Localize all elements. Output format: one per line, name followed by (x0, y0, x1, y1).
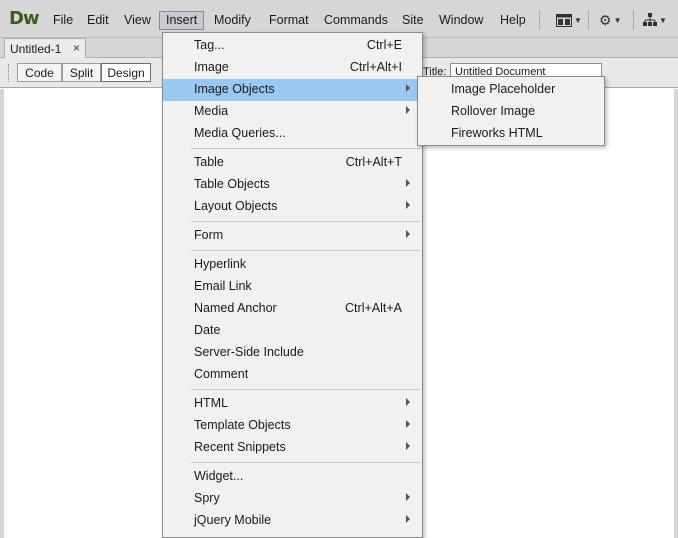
toolbar-separator (539, 10, 540, 30)
menu-item-layout-objects[interactable]: Layout Objects (163, 196, 422, 218)
menu-item-label: Template Objects (194, 418, 291, 432)
chevron-right-icon (406, 201, 410, 209)
menu-item-comment[interactable]: Comment (163, 364, 422, 386)
image-objects-submenu: Image Placeholder Rollover Image Firewor… (417, 76, 605, 146)
gear-icon: ⚙ (599, 11, 612, 28)
submenu-item-rollover-image[interactable]: Rollover Image (451, 104, 535, 118)
menu-item-label: Tag... (194, 38, 225, 52)
menu-separator (191, 462, 420, 463)
menu-item-label: Form (194, 228, 224, 242)
submenu-item-fireworks-html[interactable]: Fireworks HTML (451, 126, 543, 140)
menu-item-image[interactable]: Image Ctrl+Alt+I (163, 57, 422, 79)
menu-item-server-side-include[interactable]: Server-Side Include (163, 342, 422, 364)
design-view-button[interactable]: Design (101, 63, 151, 82)
menu-help[interactable]: Help (500, 12, 526, 28)
menu-item-label: Email Link (194, 279, 252, 293)
menu-item-image-objects[interactable]: Image Objects (163, 79, 422, 101)
code-view-button[interactable]: Code (17, 63, 62, 82)
menu-item-template-objects[interactable]: Template Objects (163, 415, 422, 437)
chevron-right-icon (406, 515, 410, 523)
menu-edit[interactable]: Edit (87, 12, 109, 28)
chevron-right-icon (406, 106, 410, 114)
site-button[interactable]: ▼ (643, 9, 667, 31)
split-view-button[interactable]: Split (62, 63, 101, 82)
menu-item-label: Image Objects (194, 82, 275, 96)
menu-item-label: Named Anchor (194, 301, 277, 315)
layout-icon (556, 13, 572, 27)
menu-file[interactable]: File (53, 12, 73, 28)
menu-item-label: Recent Snippets (194, 440, 286, 454)
menu-modify[interactable]: Modify (214, 12, 251, 28)
chevron-right-icon (406, 230, 410, 238)
menu-item-table[interactable]: Table Ctrl+Alt+T (163, 152, 422, 174)
menu-item-label: Widget... (194, 469, 244, 483)
menu-item-widget[interactable]: Widget... (163, 466, 422, 488)
menu-item-shortcut: Ctrl+Alt+A (345, 301, 402, 315)
menu-item-email-link[interactable]: Email Link (163, 276, 422, 298)
menu-window[interactable]: Window (439, 12, 483, 28)
close-icon[interactable]: × (73, 41, 80, 55)
menu-item-date[interactable]: Date (163, 320, 422, 342)
menu-item-media[interactable]: Media (163, 101, 422, 123)
submenu-item-image-placeholder[interactable]: Image Placeholder (451, 82, 555, 96)
toolbar-separator (588, 10, 589, 30)
menu-item-shortcut: Ctrl+E (366, 38, 402, 52)
menu-item-label: Table Objects (194, 177, 270, 191)
menu-item-label: Server-Side Include (194, 345, 304, 359)
menu-item-label: Hyperlink (194, 257, 247, 271)
menu-format[interactable]: Format (269, 12, 309, 28)
menu-item-label: Media (194, 104, 229, 118)
chevron-down-icon: ▼ (613, 15, 622, 25)
menu-item-table-objects[interactable]: Table Objects (163, 174, 422, 196)
dreamweaver-logo: Dw (9, 8, 40, 29)
menu-item-label: Image (194, 60, 229, 74)
chevron-right-icon (406, 442, 410, 450)
chevron-down-icon: ▼ (659, 15, 667, 25)
menu-item-label: Comment (194, 367, 249, 381)
menu-item-shortcut: Ctrl+Alt+I (349, 60, 402, 74)
menu-item-tag[interactable]: Tag... Ctrl+E (163, 35, 422, 57)
menu-item-form[interactable]: Form (163, 225, 422, 247)
site-tree-icon (643, 13, 657, 26)
toolbar-separator (633, 10, 634, 30)
menu-item-jquery-mobile[interactable]: jQuery Mobile (163, 510, 422, 532)
chevron-right-icon (406, 398, 410, 406)
menu-item-hyperlink[interactable]: Hyperlink (163, 254, 422, 276)
insert-menu-dropdown: Tag... Ctrl+E Image Ctrl+Alt+I Image Obj… (162, 32, 423, 538)
settings-button[interactable]: ⚙ ▼ (599, 9, 621, 31)
chevron-right-icon (406, 84, 410, 92)
menu-view[interactable]: View (124, 12, 151, 28)
menu-separator (191, 250, 420, 251)
menu-separator (191, 148, 420, 149)
menu-item-label: jQuery Mobile (194, 513, 272, 527)
menu-item-spry[interactable]: Spry (163, 488, 422, 510)
menu-commands[interactable]: Commands (324, 12, 388, 28)
chevron-right-icon (406, 493, 410, 501)
toolbar-grip[interactable] (8, 64, 11, 82)
menu-item-label: Layout Objects (194, 199, 278, 213)
menu-insert[interactable]: Insert (159, 11, 205, 30)
layout-button[interactable]: ▼ (556, 9, 582, 31)
menu-item-label: Table (194, 155, 224, 169)
menu-item-named-anchor[interactable]: Named Anchor Ctrl+Alt+A (163, 298, 422, 320)
chevron-right-icon (406, 420, 410, 428)
document-tab-label: Untitled-1 (10, 41, 62, 56)
menu-item-label: Date (194, 323, 221, 337)
menu-separator (191, 221, 420, 222)
menu-item-label: Spry (194, 491, 220, 505)
menu-site[interactable]: Site (402, 12, 424, 28)
menu-item-shortcut: Ctrl+Alt+T (345, 155, 402, 169)
menu-item-media-queries[interactable]: Media Queries... (163, 123, 422, 145)
menu-item-label: HTML (194, 396, 229, 410)
chevron-down-icon: ▼ (574, 15, 582, 25)
menu-item-html[interactable]: HTML (163, 393, 422, 415)
chevron-right-icon (406, 179, 410, 187)
menu-item-recent-snippets[interactable]: Recent Snippets (163, 437, 422, 459)
document-tab[interactable]: Untitled-1 × (4, 38, 86, 58)
menu-item-label: Media Queries... (194, 126, 286, 140)
menu-separator (191, 389, 420, 390)
